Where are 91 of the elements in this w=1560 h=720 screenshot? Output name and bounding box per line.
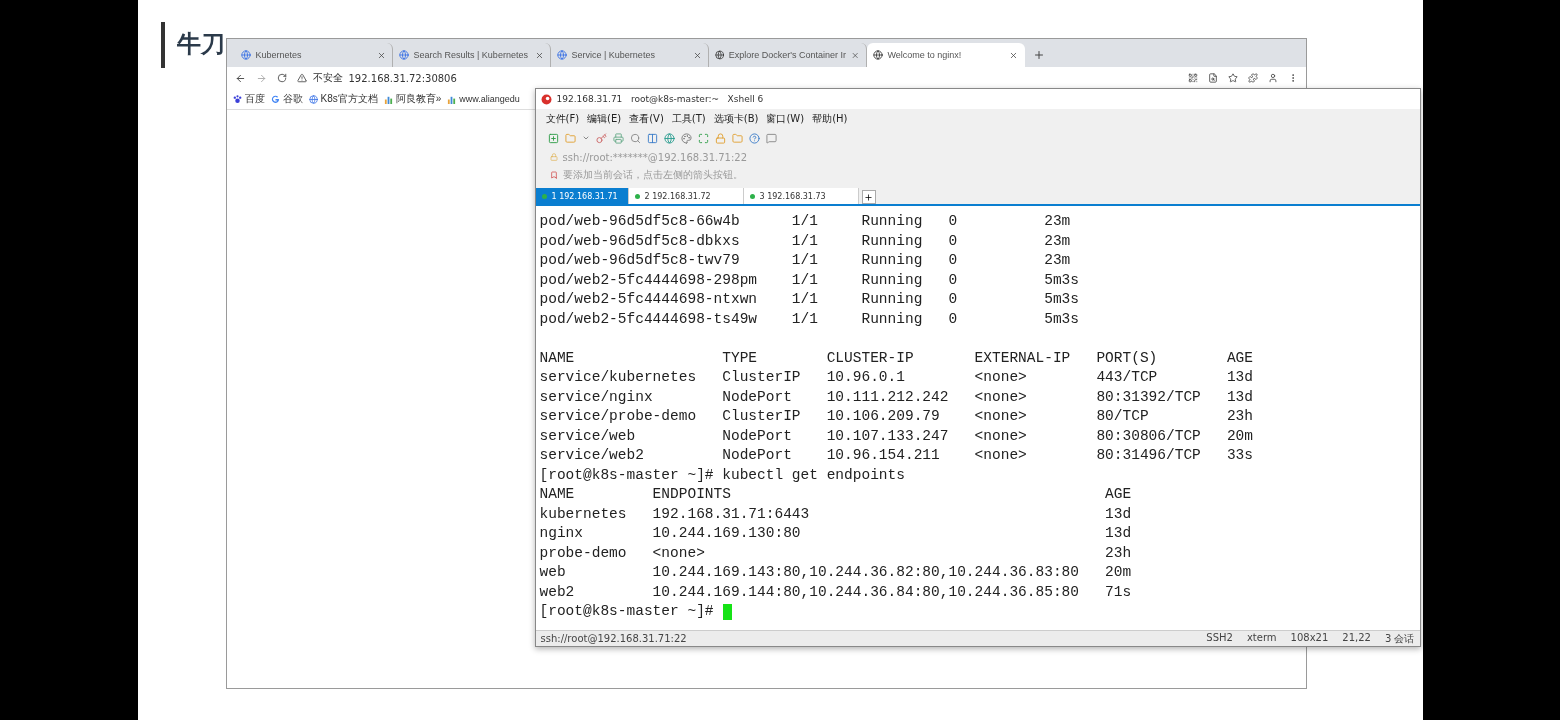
status-text: 108x21 — [1290, 631, 1329, 645]
close-icon — [1008, 50, 1018, 60]
dropdown-icon — [581, 134, 590, 142]
globe-icon — [663, 132, 675, 144]
chat-icon — [765, 132, 777, 144]
menu-item[interactable]: 文件(F) — [545, 111, 580, 126]
status-dot — [634, 193, 640, 199]
menu-item[interactable]: 编辑(E) — [587, 111, 622, 126]
close-icon — [376, 50, 386, 60]
menu-item[interactable]: 帮助(H) — [812, 111, 848, 126]
terminal-line: [root@k8s-master ~]# kubectl get endpoints — [539, 465, 906, 485]
status-text: xterm — [1246, 631, 1277, 645]
profile-icon — [1267, 73, 1278, 83]
terminal-line: probe-demo <none> 23h — [539, 543, 1133, 563]
slide-title: 牛刀 — [176, 29, 225, 60]
terminal-line: NAME TYPE CLUSTER-IP EXTERNAL-IP PORT(S) AGE — [539, 348, 1255, 368]
paw-icon — [232, 94, 242, 104]
terminal-line: pod/web-96d5df5c8-dbkxs 1/1 Running 0 23m — [539, 231, 1072, 251]
lock-icon — [549, 153, 558, 161]
status-text: 3 会话 — [1384, 631, 1415, 646]
columns-icon — [646, 132, 658, 144]
terminal-line: web 10.244.169.143:80,10.244.36.82:80,10.244.36.83:80 20m — [539, 563, 1133, 582]
new-tab-icon[interactable] — [1032, 49, 1045, 61]
window-title: 192.168.31.71 root@k8s-master:~ Xshell 6 — [556, 94, 764, 104]
terminal-line: web2 10.244.169.144:80,10.244.36.84:80,10.244.36.85:80 71s — [539, 582, 1133, 602]
add-tab-button[interactable] — [861, 190, 876, 204]
help-icon — [748, 132, 760, 144]
bar-chart-icon — [447, 94, 457, 104]
folder-icon — [564, 132, 576, 144]
terminal-line: nginx 10.244.169.130:80 13d — [539, 524, 1133, 543]
star-icon — [1227, 73, 1238, 83]
menu-item[interactable]: 窗口(W) — [766, 111, 805, 126]
bookmark-link[interactable]: 谷歌 — [282, 92, 303, 106]
status-text: ssh://root@192.168.31.71:22 — [540, 633, 687, 644]
cursor — [722, 603, 732, 620]
terminal-line: service/probe-demo ClusterIP 10.106.209.79 <none> 80/TCP 23h — [539, 407, 1255, 426]
palette-icon — [680, 132, 692, 144]
status-text: SSH2 — [1206, 631, 1233, 645]
bookmark-link[interactable]: www.aliangedu — [459, 94, 520, 104]
folder-icon — [731, 132, 743, 144]
browser-tab[interactable]: Welcome to nginx! — [866, 43, 1025, 67]
session-tab[interactable]: 1 192.168.31.71 — [535, 188, 629, 204]
search-icon — [629, 132, 641, 144]
security-label: 不安全 — [312, 71, 343, 85]
menu-item[interactable]: 工具(T) — [671, 111, 706, 126]
forward-icon — [255, 72, 267, 84]
reload-icon — [276, 73, 287, 83]
terminal-line: service/nginx NodePort 10.111.212.242 <none> 80:31392/TCP 13d — [539, 387, 1255, 407]
session-tab[interactable]: 3 192.168.31.73 — [743, 188, 859, 204]
title-accent-bar — [160, 22, 165, 68]
terminal-line: service/web2 NodePort 10.96.154.211 <none> 80:31496/TCP 33s — [539, 446, 1255, 465]
terminal-line: service/kubernetes ClusterIP 10.96.0.1 <none> 443/TCP 13d — [539, 368, 1255, 387]
maximize-icon — [697, 132, 709, 144]
terminal-line: NAME ENDPOINTS AGE — [539, 485, 1133, 504]
page-search-icon — [1207, 73, 1218, 83]
warning-icon — [296, 73, 307, 83]
bookmark-link[interactable]: 阿良教育» — [395, 92, 442, 106]
bookmark-link[interactable]: K8s官方文档 — [320, 92, 378, 106]
new-session-icon — [547, 132, 559, 144]
session-tab[interactable]: 2 192.168.31.72 — [628, 188, 744, 204]
terminal-line: pod/web2-5fc4444698-ts49w 1/1 Running 0 5m3s — [539, 309, 1080, 329]
status-dot — [541, 193, 547, 199]
terminal-prompt: [root@k8s-master ~]# — [539, 602, 714, 621]
status-dot — [749, 193, 755, 199]
plus-icon — [864, 192, 873, 202]
terminal-line: pod/web-96d5df5c8-twv79 1/1 Running 0 23m — [539, 251, 1072, 270]
printer-icon — [612, 132, 624, 144]
bookmark-icon — [549, 171, 558, 179]
bar-chart-icon — [383, 94, 393, 104]
key-icon — [595, 132, 607, 144]
terminal-line: pod/web2-5fc4444698-ntxwn 1/1 Running 0 5m3s — [539, 290, 1080, 309]
globe-icon — [872, 50, 883, 60]
bookmark-link[interactable]: 百度 — [244, 92, 265, 106]
menu-item[interactable]: 选项卡(B) — [713, 111, 759, 126]
back-icon — [234, 72, 246, 84]
close-icon — [851, 50, 860, 60]
terminal-line: pod/web2-5fc4444698-298pm 1/1 Running 0 5m3s — [539, 270, 1080, 290]
terminal-line: service/web NodePort 10.107.133.247 <none> 80:30806/TCP 20m — [539, 426, 1255, 446]
terminal-line: pod/web-96d5df5c8-66w4b 1/1 Running 0 23m — [539, 212, 1072, 231]
app-logo-icon — [540, 93, 552, 105]
close-icon — [534, 50, 544, 60]
close-icon — [692, 50, 702, 60]
status-text: 21,22 — [1342, 631, 1371, 645]
g-logo-icon — [270, 94, 280, 104]
qr-code-icon — [1187, 73, 1198, 83]
terminal-line: kubernetes 192.168.31.71:6443 13d — [539, 504, 1133, 524]
lock-icon — [714, 132, 726, 144]
menu-item[interactable]: 查看(V) — [629, 111, 664, 126]
url-text[interactable]: 192.168.31.72:30806 — [348, 72, 457, 84]
hint-text: 要添加当前会话，点击左侧的箭头按钮。 — [562, 168, 743, 182]
puzzle-icon — [1247, 73, 1258, 83]
